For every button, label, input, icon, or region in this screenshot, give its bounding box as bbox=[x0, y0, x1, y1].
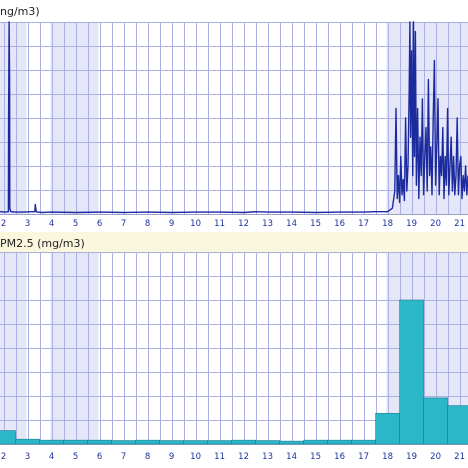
chart-window: ng/m3) 2 3 4 5 6 7 8 9 10 11 12 13 14 15 16 17 18 19 20 21 2… bbox=[0, 0, 468, 468]
bar-17 bbox=[351, 439, 376, 445]
bar-20 bbox=[423, 397, 448, 445]
top-tick-label-11: 11 bbox=[214, 219, 225, 229]
bottom-tick-label-15: 15 bbox=[310, 452, 321, 462]
top-tick-label-16: 16 bbox=[334, 219, 345, 229]
bottom-tick-label-21: 21 bbox=[454, 452, 465, 462]
bottom-tick-label-5: 5 bbox=[73, 452, 78, 462]
bottom-tick-label-7: 7 bbox=[121, 452, 126, 462]
bottom-tick-label-16: 16 bbox=[334, 452, 345, 462]
bottom-tick-label-14: 14 bbox=[286, 452, 297, 462]
top-tick-label-20: 20 bbox=[430, 219, 441, 229]
bottom-tick-label-13: 13 bbox=[262, 452, 273, 462]
bottom-tick-label-8: 8 bbox=[145, 452, 150, 462]
top-tick-label-18: 18 bbox=[382, 219, 393, 229]
bar-11 bbox=[207, 440, 232, 445]
bottom-tick-label-2: 2 bbox=[1, 452, 6, 462]
bar-16 bbox=[327, 439, 352, 445]
bottom-tick-label-6: 6 bbox=[97, 452, 102, 462]
line-chart: 2 3 4 5 6 7 8 9 10 11 12 13 14 15 16 17 18 19 20 212 3 4 5 6 7 8 9… bbox=[0, 21, 468, 462]
top-tick-label-7: 7 bbox=[121, 219, 126, 229]
bottom-tick-label-3: 3 bbox=[25, 452, 30, 462]
bar-14 bbox=[279, 440, 304, 445]
bar-8 bbox=[135, 439, 160, 445]
bar-12 bbox=[231, 439, 256, 445]
bottom-tick-label-10: 10 bbox=[190, 452, 201, 462]
top-tick-label-10: 10 bbox=[190, 219, 201, 229]
bar-21 bbox=[447, 405, 468, 445]
bottom-tick-label-18: 18 bbox=[382, 452, 393, 462]
top-tick-label-3: 3 bbox=[25, 219, 30, 229]
top-tick-label-17: 17 bbox=[358, 219, 369, 229]
bar-7 bbox=[111, 440, 136, 445]
bottom-tick-label-12: 12 bbox=[238, 452, 249, 462]
top-tick-label-5: 5 bbox=[73, 219, 78, 229]
bar-9 bbox=[159, 440, 184, 445]
bar-10 bbox=[183, 440, 208, 445]
bottom-tick-label-11: 11 bbox=[214, 452, 225, 462]
top-tick-label-21: 21 bbox=[454, 219, 465, 229]
top-tick-label-4: 4 bbox=[49, 219, 54, 229]
top-tick-label-13: 13 bbox=[262, 219, 273, 229]
top-tick-label-19: 19 bbox=[406, 219, 417, 229]
bar-4 bbox=[39, 439, 64, 445]
bottom-tick-label-19: 19 bbox=[406, 452, 417, 462]
bar-5 bbox=[63, 439, 88, 445]
top-plot-area: 2 3 4 5 6 7 8 9 10 11 12 13 14 15 16 17 18 19 20 21 bbox=[0, 21, 468, 229]
bottom-tick-label-9: 9 bbox=[169, 452, 174, 462]
bar-18 bbox=[375, 412, 400, 445]
bar-2 bbox=[0, 430, 16, 445]
top-tick-label-15: 15 bbox=[310, 219, 321, 229]
bottom-tick-label-17: 17 bbox=[358, 452, 369, 462]
bar-19 bbox=[399, 299, 424, 445]
bottom-plot-area: 2 3 4 5 6 7 8 9 10 11 12 13 14 15 16 17 18 19 20 21 bbox=[0, 252, 468, 462]
top-tick-label-8: 8 bbox=[145, 219, 150, 229]
top-tick-label-2: 2 bbox=[1, 219, 6, 229]
bottom-tick-label-20: 20 bbox=[430, 452, 441, 462]
bottom-chart-title: PM2.5 (mg/m3) bbox=[0, 237, 85, 250]
top-tick-label-14: 14 bbox=[286, 219, 297, 229]
bar-3 bbox=[15, 438, 40, 445]
bar-6 bbox=[87, 439, 112, 445]
top-tick-label-12: 12 bbox=[238, 219, 249, 229]
top-tick-label-6: 6 bbox=[97, 219, 102, 229]
top-tick-label-9: 9 bbox=[169, 219, 174, 229]
bar-15 bbox=[303, 439, 328, 445]
bottom-tick-label-4: 4 bbox=[49, 452, 54, 462]
bar-13 bbox=[255, 440, 280, 445]
